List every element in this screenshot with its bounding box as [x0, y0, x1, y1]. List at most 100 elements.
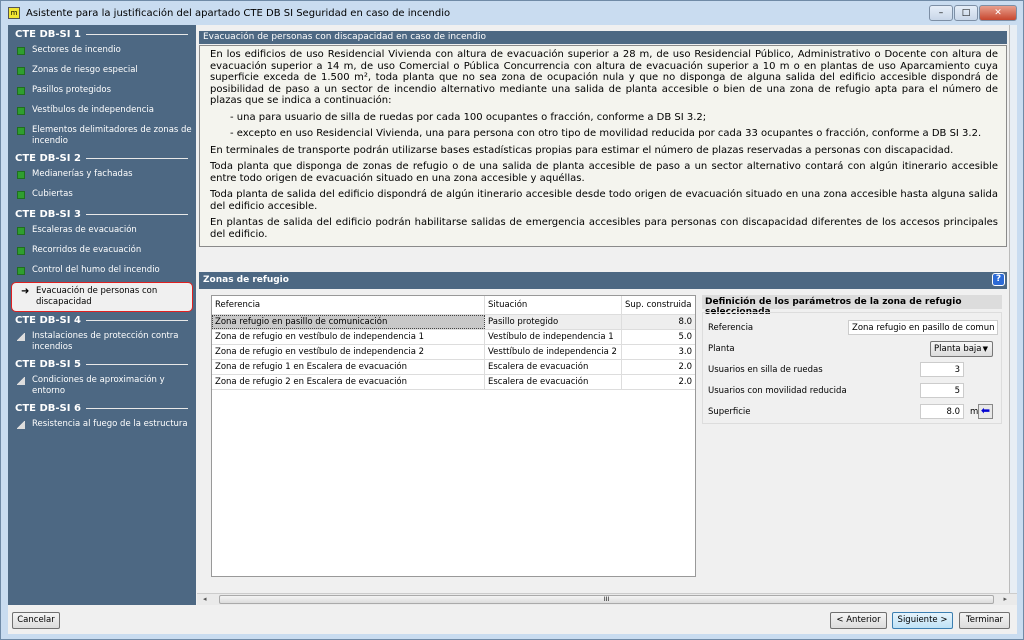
silla-input[interactable] [920, 362, 964, 377]
window-title: Asistente para la justificación del apar… [26, 7, 451, 19]
status-complete-icon [17, 191, 25, 199]
table-cell: 2.0 [678, 377, 692, 387]
section-title: CTE DB-SI 4 [15, 314, 81, 326]
sidebar-item[interactable]: Medianerías y fachadas [8, 166, 196, 186]
sidebar-item[interactable]: Instalaciones de protección contra incen… [8, 328, 196, 356]
wizard-window: m Asistente para la justificación del ap… [0, 0, 1024, 640]
movilidad-label: Usuarios con movilidad reducida [708, 385, 847, 396]
arrow-right-icon: ➜ [21, 286, 30, 297]
section-title: CTE DB-SI 6 [15, 402, 81, 414]
sidebar-item[interactable]: Condiciones de aproximación y entorno [8, 372, 196, 400]
sidebar-item[interactable]: Elementos delimitadores de zonas de ince… [8, 122, 196, 150]
sidebar-item[interactable]: Escaleras de evacuación [8, 222, 196, 242]
next-button[interactable]: Siguiente > [892, 612, 953, 629]
cancel-button[interactable]: Cancelar [12, 612, 60, 629]
scroll-right-icon[interactable]: ▸ [1003, 594, 1007, 605]
table-cell: 2.0 [678, 362, 692, 372]
info-text: En los edificios de uso Residencial Vivi… [199, 45, 1007, 247]
section-header: CTE DB-SI 4 [8, 312, 196, 328]
table-row[interactable]: Zona de refugio 1 en Escalera de evacuac… [212, 360, 695, 375]
section-title: CTE DB-SI 5 [15, 358, 81, 370]
prev-button[interactable]: < Anterior [830, 612, 887, 629]
info-paragraph: Toda planta que disponga de zonas de ref… [210, 161, 998, 184]
sidebar-item-label: Recorridos de evacuación [32, 245, 142, 255]
params-panel: Definición de los parámetros de la zona … [702, 295, 1002, 424]
close-button[interactable]: ✕ [979, 5, 1017, 21]
status-pending-icon [17, 421, 25, 429]
sidebar-item[interactable]: Vestíbulos de independencia [8, 102, 196, 122]
column-header[interactable]: Referencia [212, 296, 485, 314]
table-cell: Zona de refugio 2 en Escalera de evacuac… [212, 375, 485, 389]
status-complete-icon [17, 107, 25, 115]
scroll-thumb[interactable]: III [219, 595, 994, 604]
table-row[interactable]: Zona de refugio en vestíbulo de independ… [212, 345, 695, 360]
section-header: CTE DB-SI 6 [8, 400, 196, 416]
table-row[interactable]: Zona refugio en pasillo de comunicación P… [212, 315, 695, 330]
column-header[interactable]: Sup. construida [622, 296, 695, 314]
column-header[interactable]: Situación [485, 296, 622, 314]
divider [85, 213, 188, 215]
table-cell: Escalera de evacuación [485, 375, 622, 389]
divider [85, 363, 188, 365]
sidebar-item-label: Escaleras de evacuación [32, 225, 137, 235]
status-complete-icon [17, 267, 25, 275]
maximize-button[interactable]: □ [954, 5, 978, 21]
movilidad-input[interactable] [920, 383, 964, 398]
sidebar-item[interactable]: Cubiertas [8, 186, 196, 206]
table-cell: 8.0 [622, 315, 695, 329]
sidebar-item-label: Cubiertas [32, 189, 73, 199]
section-title: CTE DB-SI 3 [15, 208, 81, 220]
sidebar-item-label: Control del humo del incendio [32, 265, 160, 275]
table-cell: 5.0 [678, 332, 692, 342]
sidebar-item[interactable]: Pasillos protegidos [8, 82, 196, 102]
status-complete-icon [17, 47, 25, 55]
horizontal-scrollbar[interactable]: ◂ III ▸ [197, 593, 1017, 605]
sidebar-item-label: Sectores de incendio [32, 45, 121, 55]
sidebar-item[interactable]: Resistencia al fuego de la estructura [8, 416, 196, 436]
planta-label: Planta [708, 343, 735, 354]
sidebar-item-label: Resistencia al fuego de la estructura [32, 419, 188, 429]
table-cell: Zona refugio en pasillo de comunicación [212, 315, 485, 329]
sidebar-item[interactable]: Sectores de incendio [8, 42, 196, 62]
chevron-down-icon: ▼ [982, 344, 988, 353]
table-cell: Pasillo protegido [485, 315, 622, 329]
superficie-label: Superficie [708, 406, 751, 417]
sidebar-item-label: Vestíbulos de independencia [32, 105, 154, 115]
finish-button[interactable]: Terminar [959, 612, 1010, 629]
table-cell: 3.0 [678, 347, 692, 357]
params-title: Definición de los parámetros de la zona … [702, 295, 1002, 317]
zonas-table[interactable]: Referencia Situación Sup. construida Zona r… [211, 295, 696, 577]
status-complete-icon [17, 87, 25, 95]
sidebar-item-label: Medianerías y fachadas [32, 169, 133, 179]
help-icon[interactable]: ? [992, 273, 1005, 286]
minimize-button[interactable]: – [929, 5, 953, 21]
section-title: CTE DB-SI 1 [15, 28, 81, 40]
sidebar-item-label: Elementos delimitadores de zonas de ince… [32, 125, 192, 146]
status-complete-icon [17, 67, 25, 75]
vertical-scrollbar[interactable] [1009, 25, 1017, 593]
sidebar-item[interactable]: Control del humo del incendio [8, 262, 196, 282]
table-row[interactable]: Zona de refugio en vestíbulo de independ… [212, 330, 695, 345]
sidebar-item[interactable]: Zonas de riesgo especial [8, 62, 196, 82]
silla-label: Usuarios en silla de ruedas [708, 364, 823, 375]
status-complete-icon [17, 127, 25, 135]
scroll-left-icon[interactable]: ◂ [203, 594, 207, 605]
superficie-input[interactable] [920, 404, 964, 419]
table-cell: Escalera de evacuación [485, 360, 622, 374]
info-paragraph: En los edificios de uso Residencial Vivi… [210, 49, 998, 106]
info-paragraph: En plantas de salida del edificio podrán… [210, 217, 998, 240]
sidebar-item[interactable]: Recorridos de evacuación [8, 242, 196, 262]
main-panel: Evacuación de personas con discapacidad … [197, 25, 1017, 605]
table-cell: Vestíbulo de independencia 1 [485, 330, 622, 344]
referencia-input[interactable] [848, 320, 998, 335]
info-paragraph: Toda planta de salida del edificio dispo… [210, 189, 998, 212]
sidebar-item[interactable]: ➜ Evacuación de personas con discapacidad [11, 282, 193, 312]
table-row[interactable]: Zona de refugio 2 en Escalera de evacuac… [212, 375, 695, 390]
arrow-left-icon[interactable]: ⬅ [978, 404, 993, 419]
table-cell: Zona de refugio en vestíbulo de independ… [212, 330, 485, 344]
app-icon: m [8, 7, 20, 19]
sidebar-item-label: Zonas de riesgo especial [32, 65, 138, 75]
planta-select[interactable]: Planta baja ▼ [930, 340, 993, 357]
referencia-label: Referencia [708, 322, 754, 333]
table-cell: Zona de refugio 1 en Escalera de evacuac… [212, 360, 485, 374]
